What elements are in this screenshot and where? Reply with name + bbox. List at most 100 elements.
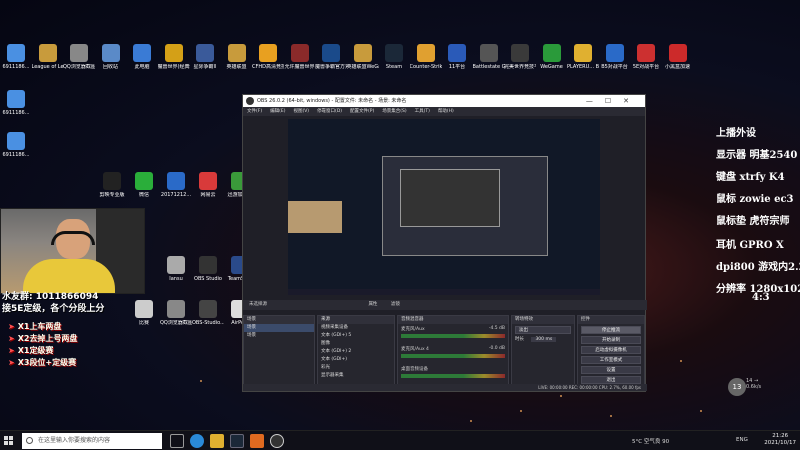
desktop-icon[interactable]: 魔兽争霸官方对战平台 [315, 44, 347, 70]
desktop-icon[interactable]: 星际争霸II [189, 44, 221, 70]
filters-button[interactable]: 滤镜 [391, 302, 400, 307]
desktop-icon-label: QQ浏览器截图2021052... [160, 320, 192, 326]
desktop-icon[interactable]: Battlestate Games L... [473, 44, 505, 70]
transitions-dock: 转场特效 淡出 时长 300 ms [511, 315, 575, 385]
desktop-icon[interactable]: 网易云 [192, 172, 224, 198]
menu-tools[interactable]: 工具(T) [415, 107, 430, 116]
desktop-icon-label: 星际争霸II [193, 64, 217, 70]
mixer-channel[interactable]: 麦克风/Aux 4 -0.0 dB [398, 344, 508, 364]
menu-view[interactable]: 视图(V) [293, 107, 309, 116]
steam-icon[interactable] [230, 434, 244, 448]
task-view-icon[interactable] [170, 434, 184, 448]
source-item[interactable]: 文本 (GDI+) [318, 356, 394, 364]
menu-scene-collection[interactable]: 场景集合(S) [382, 107, 406, 116]
taskbar-search[interactable]: 在这里输入你要搜索的内容 [22, 433, 162, 449]
source-item[interactable]: 图像 [318, 340, 394, 348]
obs-window[interactable]: OBS 26.0.2 (64-bit, windows) - 配置文件: 未命名… [242, 94, 647, 392]
app-icon [479, 44, 498, 62]
explorer-icon[interactable] [210, 434, 224, 448]
desktop-icon[interactable]: 11平台 [441, 44, 473, 70]
app-icon [542, 44, 561, 62]
volume-meter[interactable] [401, 354, 505, 358]
exit-button[interactable]: 退出 [581, 376, 641, 384]
desktop-icon[interactable]: 6911186... [0, 44, 32, 70]
app-icon[interactable] [250, 434, 264, 448]
mixer-channel[interactable]: 麦克风/Aux -4.5 dB [398, 324, 508, 344]
mixer-channel[interactable]: 桌面音频设备 [398, 364, 508, 384]
language-indicator[interactable]: ENG [736, 437, 748, 443]
desktop-icon[interactable]: 回收站 [95, 44, 127, 70]
app-icon [70, 44, 88, 62]
source-item[interactable]: 文本 (GDI+) 5 [318, 332, 394, 340]
notice-text: 接5E定级，各个分段上分 [2, 304, 105, 314]
desktop-icon[interactable]: Steam [378, 44, 410, 70]
desktop-icon[interactable]: QQ浏览器截图2021082... [63, 44, 95, 70]
mixer-dock: 音频混音器 麦克风/Aux -4.5 dB 麦克风/Aux 4 -0.0 dB … [397, 315, 509, 385]
volume-meter[interactable] [401, 334, 505, 338]
desktop-icon[interactable]: CFHD高清竞技大区 [252, 44, 284, 70]
app-icon [167, 256, 185, 274]
desktop-icon[interactable]: PLAYERU... BATTLEGR... [567, 44, 599, 70]
desktop-icon[interactable]: 6911186... [0, 132, 32, 158]
desktop-icon[interactable]: 完美世界竞技平台 [504, 44, 536, 70]
source-item[interactable]: 文本 (GDI+) 2 [318, 348, 394, 356]
menu-profile[interactable]: 配置文件(P) [350, 107, 374, 116]
app-icon [135, 300, 153, 318]
desktop-icon[interactable]: B5对战平台 [599, 44, 631, 70]
network-bubble[interactable]: 13 [728, 378, 746, 396]
source-item[interactable]: 视频采集设备 [318, 324, 394, 332]
settings-button[interactable]: 设置 [581, 366, 641, 374]
desktop-icon[interactable]: League of Legends [32, 44, 64, 70]
desktop-icon[interactable]: 微信 [128, 172, 160, 198]
stop-streaming-button[interactable]: 停止推流 [581, 326, 641, 334]
studio-mode-button[interactable]: 工作室模式 [581, 356, 641, 364]
obs-title-bar[interactable]: OBS 26.0.2 (64-bit, windows) - 配置文件: 未命名… [243, 95, 645, 107]
volume-meter[interactable] [401, 374, 505, 378]
desktop-icon[interactable]: 20171212... [160, 172, 192, 198]
dock-title: 来源 [318, 316, 394, 324]
transition-select[interactable]: 淡出 [515, 326, 571, 334]
desktop-icon[interactable]: OBS-Studio... [192, 300, 224, 326]
desktop-icon[interactable]: OBS Studio [192, 256, 224, 282]
desktop-icon[interactable]: Iansu [160, 256, 192, 282]
virtual-camera-button[interactable]: 启动虚拟摄像机 [581, 346, 641, 354]
duration-input[interactable]: 300 ms [531, 337, 557, 342]
desktop-icon[interactable]: Counter-Strike Global Off... [410, 44, 442, 70]
desktop-icon[interactable]: 剪映专业版 [96, 172, 128, 198]
desktop-icon[interactable]: 魔兽世界(经典怀旧服) [158, 44, 190, 70]
desktop-icon[interactable]: 小黑盒加速 [662, 44, 694, 70]
desktop-icon[interactable]: 英雄联盟WeGame版 [347, 44, 379, 70]
desktop-icon[interactable]: 比赛 [128, 300, 160, 326]
scene-item[interactable]: 场景 [244, 324, 314, 332]
source-item[interactable]: 彩光 [318, 364, 394, 372]
source-toolbar: 未选择源 属性 滤镜 [243, 300, 647, 310]
source-item[interactable]: 显示器采集 [318, 372, 394, 380]
obs-icon[interactable] [270, 434, 284, 448]
spec-line: 耳机 GPRO X [716, 240, 784, 251]
no-source-label: 未选择源 [249, 302, 267, 307]
desktop-icon[interactable]: 此电脑 [126, 44, 158, 70]
scene-item[interactable]: 场景 [244, 332, 314, 340]
clock[interactable]: 21:26 2021/10/17 [764, 433, 796, 447]
desktop-icon-label: 回收站 [102, 64, 118, 70]
start-recording-button[interactable]: 开始录制 [581, 336, 641, 344]
desktop-icon[interactable]: 5E对战平台 [630, 44, 662, 70]
weather-text[interactable]: 5°C 空气良 90 [632, 437, 669, 445]
menu-help[interactable]: 帮助(H) [438, 107, 454, 116]
desktop-icon[interactable]: 英雄联盟 [221, 44, 253, 70]
edge-icon[interactable] [190, 434, 204, 448]
menu-docks[interactable]: 停靠窗口(D) [317, 107, 342, 116]
service-item: ➤ X1定级赛 [8, 346, 54, 355]
desktop-icon[interactable]: QQ浏览器截图2021052... [160, 300, 192, 326]
obs-preview[interactable] [288, 119, 600, 295]
start-button[interactable] [4, 436, 14, 446]
properties-button[interactable]: 属性 [368, 302, 377, 307]
desktop-icon[interactable]: 6911186... [0, 90, 32, 116]
window-controls[interactable]: —☐✕ [586, 95, 641, 107]
desktop-icon-label: 魔兽争霸官方对战平台 [315, 64, 347, 70]
desktop-icon-label: 6911186... [2, 64, 30, 70]
desktop-icon[interactable]: WeGame [536, 44, 568, 70]
menu-edit[interactable]: 编辑(E) [270, 107, 285, 116]
desktop-icon[interactable]: 允许魔兽世界 [284, 44, 316, 70]
menu-file[interactable]: 文件(F) [247, 107, 262, 116]
